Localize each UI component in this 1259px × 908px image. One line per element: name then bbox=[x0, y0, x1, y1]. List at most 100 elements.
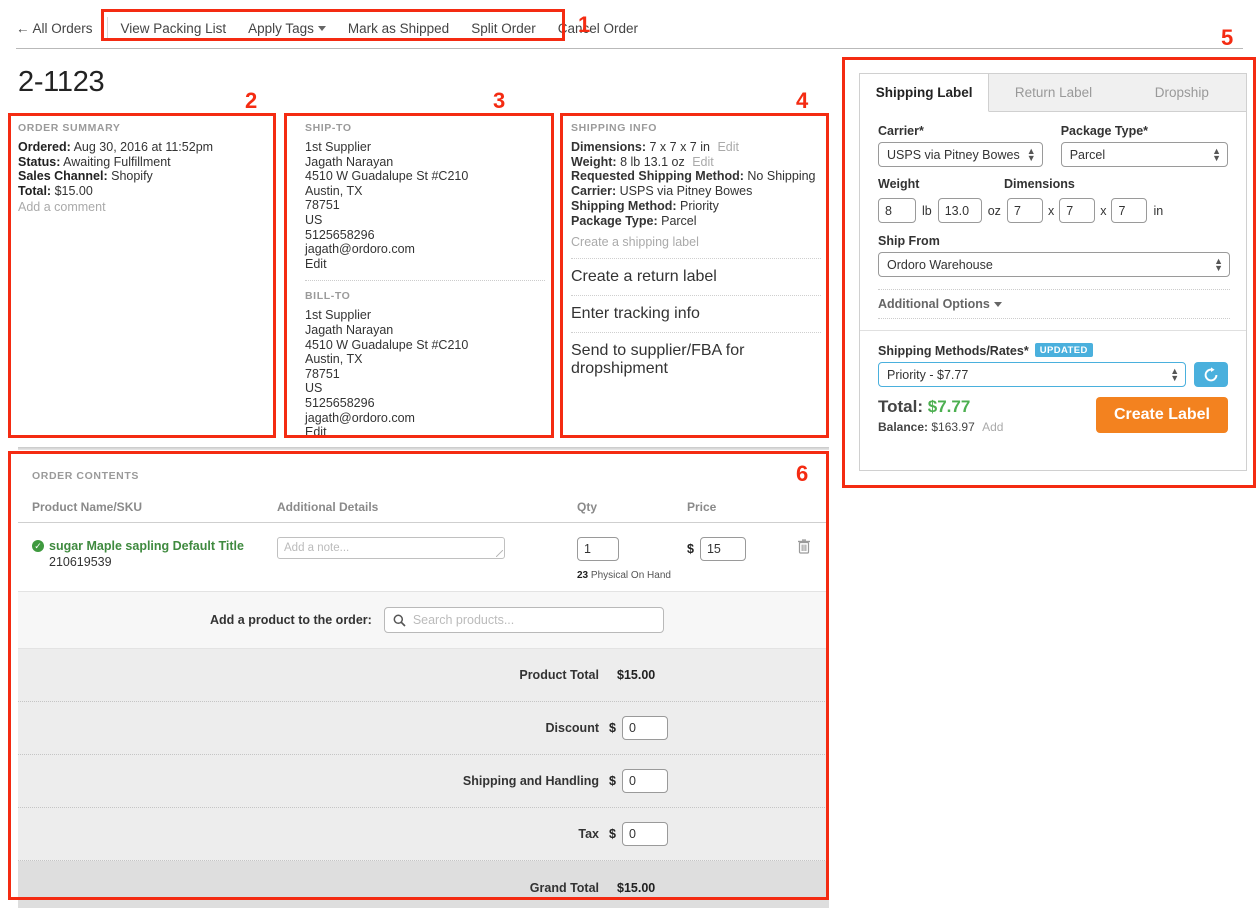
select-spinner-icon: ▲ ▼ bbox=[1212, 145, 1221, 163]
package-type-label: Package Type: bbox=[571, 213, 658, 228]
sales-channel-label: Sales Channel: bbox=[18, 169, 108, 184]
carrier-field: Carrier* USPS via Pitney Bowes ▲ ▼ bbox=[878, 124, 1043, 167]
label-total-label: Total: bbox=[878, 397, 924, 416]
price-input[interactable]: 15 bbox=[699, 537, 746, 561]
column-header-qty: Qty bbox=[577, 500, 598, 514]
ship-from-select-value: Ordoro Warehouse bbox=[887, 257, 993, 272]
create-return-label-link[interactable]: Create a return label bbox=[571, 258, 821, 286]
on-hand-info: 23 Physical On Hand bbox=[577, 570, 687, 581]
package-type-select-value: Parcel bbox=[1069, 147, 1106, 162]
discount-input-wrap: $ 0 bbox=[599, 716, 719, 740]
quantity-input[interactable]: 1 bbox=[577, 537, 619, 561]
back-to-all-orders-link[interactable]: ← All Orders bbox=[16, 21, 93, 36]
add-balance-link[interactable]: Add bbox=[982, 420, 1003, 434]
shipping-label-card: Shipping Label Return Label Dropship Car… bbox=[859, 73, 1247, 471]
search-icon bbox=[393, 614, 406, 627]
details-cell: Add a note... bbox=[277, 537, 577, 559]
shipping-rate-select[interactable]: Priority - $7.77 ▲ ▼ bbox=[878, 362, 1187, 387]
product-search-placeholder: Search products... bbox=[412, 613, 515, 627]
product-name: sugar Maple sapling Default Title bbox=[49, 539, 244, 553]
tax-input[interactable]: 0 bbox=[621, 822, 668, 846]
shipping-handling-input[interactable]: 0 bbox=[621, 769, 668, 793]
table-row: ✓ sugar Maple sapling Default Title 21061… bbox=[18, 523, 829, 592]
weight-oz-unit: oz bbox=[987, 203, 1001, 218]
ship-to-edit-link[interactable]: Edit bbox=[305, 257, 545, 272]
tab-return-label[interactable]: Return Label bbox=[989, 74, 1118, 112]
mark-as-shipped-button[interactable]: Mark as Shipped bbox=[337, 21, 460, 36]
package-type-select[interactable]: Parcel ▲ ▼ bbox=[1060, 142, 1228, 167]
bill-to-line: jagath@ordoro.com bbox=[305, 410, 415, 425]
weight-lb-input[interactable]: 8 bbox=[878, 198, 916, 223]
package-type-value: Parcel bbox=[661, 213, 697, 228]
bill-to-line: 5125658296 bbox=[305, 395, 375, 410]
rates-section: Shipping Methods/Rates* UPDATED Priority … bbox=[860, 331, 1246, 434]
weight-lb-unit: lb bbox=[922, 203, 932, 218]
ordered-row: Ordered: Aug 30, 2016 at 11:52pm bbox=[18, 140, 268, 155]
label-card-tabs: Shipping Label Return Label Dropship bbox=[860, 74, 1246, 112]
shipping-method-label: Shipping Method: bbox=[571, 198, 677, 213]
weight-row: Weight: 8 lb 13.1 oz Edit bbox=[571, 155, 821, 170]
product-search-input[interactable]: Search products... bbox=[383, 607, 664, 633]
product-total-row: Product Total $15.00 bbox=[18, 649, 829, 702]
view-packing-list-button[interactable]: View Packing List bbox=[110, 21, 238, 36]
price-currency: $ bbox=[687, 542, 694, 556]
address-divider bbox=[305, 280, 545, 282]
on-hand-count: 23 bbox=[577, 570, 589, 581]
annotation-number-6: 6 bbox=[796, 461, 809, 486]
weight-oz-input[interactable]: 13.0 bbox=[937, 198, 982, 223]
tab-shipping-label[interactable]: Shipping Label bbox=[860, 74, 990, 112]
add-comment-link[interactable]: Add a comment bbox=[18, 200, 268, 215]
create-label-button[interactable]: Create Label bbox=[1095, 397, 1228, 433]
tab-dropship[interactable]: Dropship bbox=[1117, 74, 1246, 112]
annotation-number-1: 1 bbox=[578, 12, 591, 37]
additional-options-toggle[interactable]: Additional Options bbox=[878, 290, 1228, 318]
ship-to-heading: SHIP-TO bbox=[305, 122, 352, 134]
discount-input[interactable]: 0 bbox=[621, 716, 668, 740]
discount-row: Discount $ 0 bbox=[18, 702, 829, 755]
dimension-x-separator: x bbox=[1100, 203, 1107, 218]
ship-to-line: jagath@ordoro.com bbox=[305, 242, 415, 257]
package-type-row: Package Type: Parcel bbox=[571, 214, 821, 229]
note-input[interactable]: Add a note... bbox=[277, 537, 505, 559]
package-type-field: Package Type* Parcel ▲ ▼ bbox=[1060, 124, 1228, 167]
cancel-order-button[interactable]: Cancel Order bbox=[547, 21, 649, 36]
ship-from-select[interactable]: Ordoro Warehouse ▲ ▼ bbox=[878, 252, 1230, 277]
dimension-height-input[interactable]: 7 bbox=[1111, 198, 1148, 223]
dimensions-row: Dimensions: 7 x 7 x 7 in Edit bbox=[571, 140, 821, 155]
dimension-unit: in bbox=[1153, 203, 1164, 218]
requested-method-row: Requested Shipping Method: No Shipping bbox=[571, 169, 821, 184]
requested-method-value: No Shipping bbox=[747, 169, 816, 184]
enter-tracking-info-link[interactable]: Enter tracking info bbox=[571, 295, 821, 323]
carrier-label: Carrier: bbox=[571, 184, 617, 199]
dimension-length-input[interactable]: 7 bbox=[1006, 198, 1043, 223]
tax-label: Tax bbox=[578, 827, 599, 841]
add-product-label: Add a product to the order: bbox=[210, 613, 372, 627]
order-contents-panel: ORDER CONTENTS Product Name/SKU Addition… bbox=[18, 458, 829, 908]
order-contents-column-headers: Product Name/SKU Additional Details Qty … bbox=[18, 482, 829, 523]
carrier-select[interactable]: USPS via Pitney Bowes ▲ ▼ bbox=[878, 142, 1043, 167]
dimensions-edit-link[interactable]: Edit bbox=[717, 140, 739, 154]
status-row: Status: Awaiting Fulfillment bbox=[18, 155, 268, 170]
toolbar-actions: View Packing List Apply Tags Mark as Shi… bbox=[110, 21, 650, 36]
send-to-dropshipment-link[interactable]: Send to supplier/FBA for dropshipment bbox=[571, 332, 821, 378]
weight-edit-link[interactable]: Edit bbox=[692, 155, 714, 169]
dimension-x-separator: x bbox=[1047, 203, 1055, 218]
additional-options-label: Additional Options bbox=[878, 297, 990, 311]
ordered-value: Aug 30, 2016 at 11:52pm bbox=[73, 140, 214, 154]
rates-row: Priority - $7.77 ▲ ▼ bbox=[878, 362, 1228, 387]
dimensions-field-label: Dimensions bbox=[1004, 177, 1075, 191]
delete-line-item-button[interactable] bbox=[797, 539, 811, 554]
column-header-details: Additional Details bbox=[277, 500, 379, 514]
shipping-info-panel: SHIPPING INFO Dimensions: 7 x 7 x 7 in E… bbox=[571, 122, 821, 378]
create-shipping-label-link[interactable]: Create a shipping label bbox=[571, 228, 821, 249]
select-spinner-icon: ▲ ▼ bbox=[1170, 365, 1180, 383]
refresh-rates-button[interactable] bbox=[1194, 362, 1228, 387]
bill-to-edit-link[interactable]: Edit bbox=[305, 425, 545, 440]
resize-handle-icon[interactable] bbox=[496, 550, 503, 557]
apply-tags-button[interactable]: Apply Tags bbox=[237, 21, 337, 36]
shipping-info-heading: SHIPPING INFO bbox=[571, 122, 657, 134]
balance-label: Balance: bbox=[878, 420, 929, 434]
split-order-button[interactable]: Split Order bbox=[460, 21, 547, 36]
bill-to-heading: BILL-TO bbox=[305, 290, 351, 303]
dimension-width-input[interactable]: 7 bbox=[1059, 198, 1096, 223]
